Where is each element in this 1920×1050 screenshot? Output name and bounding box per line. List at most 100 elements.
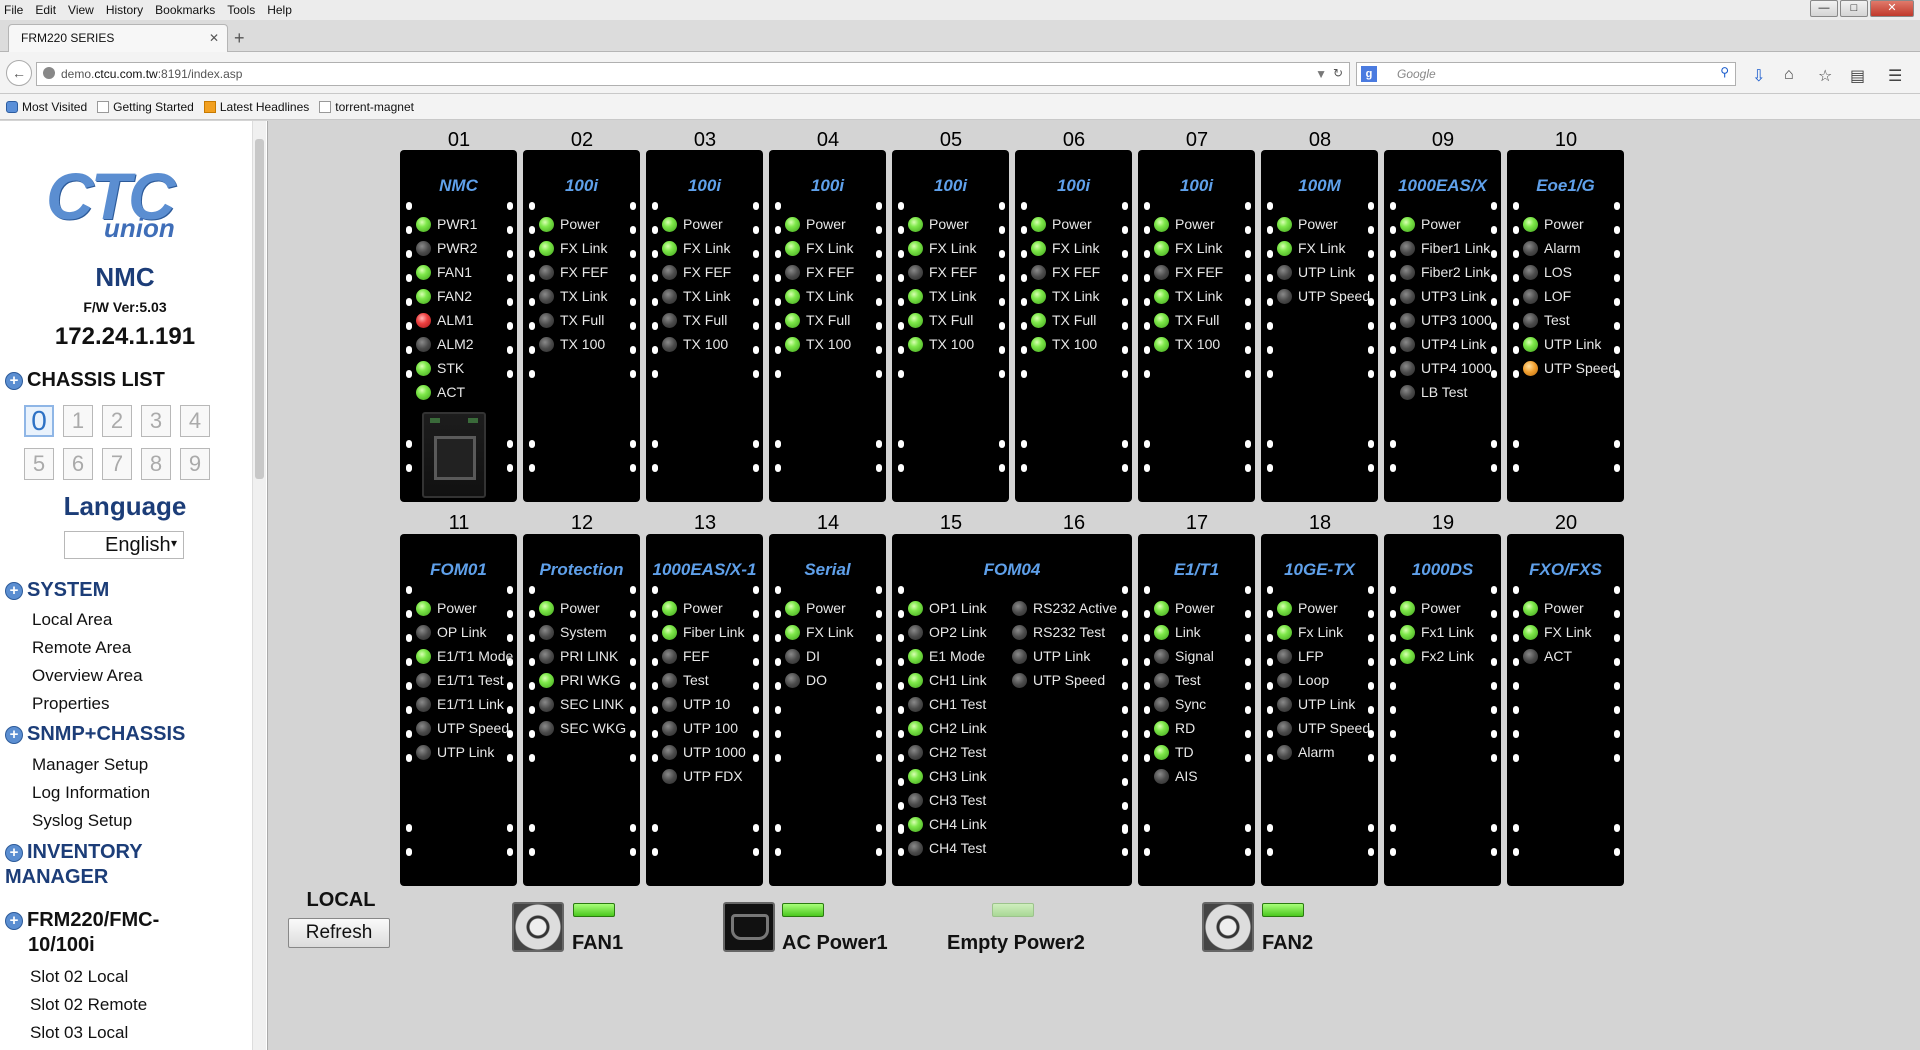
card-pins bbox=[1368, 440, 1374, 488]
pin bbox=[1245, 346, 1251, 354]
bookmark-latest-headlines[interactable]: Latest Headlines bbox=[203, 100, 309, 114]
led-gray-icon bbox=[908, 792, 923, 808]
browser-tab[interactable]: FRM220 SERIES ✕ bbox=[8, 24, 228, 52]
pin bbox=[1144, 848, 1150, 856]
menu-bookmarks[interactable]: Bookmarks bbox=[155, 3, 215, 17]
reading-list-icon[interactable]: ▤ bbox=[1850, 66, 1865, 86]
card-pins bbox=[1245, 824, 1251, 872]
chassis-button[interactable]: 2 bbox=[102, 405, 132, 437]
pin bbox=[1245, 730, 1251, 738]
chassis-button[interactable]: 1 bbox=[63, 405, 93, 437]
slot-card[interactable]: FOM04 OP1 Link OP2 Link E1 Mode CH1 Link CH1 … bbox=[892, 534, 1132, 886]
nav-overview-area[interactable]: Overview Area bbox=[32, 666, 143, 686]
slot-card[interactable]: NMC PWR1 PWR2 FAN1 FAN2 ALM1 ALM2 STK ACT bbox=[400, 150, 517, 502]
inventory-section-header[interactable]: + INVENTORY bbox=[5, 841, 143, 864]
tab-close-icon[interactable]: ✕ bbox=[209, 31, 219, 45]
slot-number: 05 bbox=[939, 129, 963, 151]
pin bbox=[775, 440, 781, 448]
menu-edit[interactable]: Edit bbox=[35, 3, 56, 17]
menu-bar: File Edit View History Bookmarks Tools H… bbox=[0, 0, 1920, 20]
slot-card[interactable]: 100i Power FX Link FX FEF TX Link TX Full TX 1… bbox=[769, 150, 886, 502]
url-bar[interactable]: demo.ctcu.com.tw:8191/index.asp ▼ ↻ bbox=[36, 62, 1350, 86]
nav-slot-02-remote[interactable]: Slot 02 Remote bbox=[30, 995, 147, 1015]
slot-card[interactable]: 10GE-TX Power Fx Link LFP Loop UTP Link UTP Sp… bbox=[1261, 534, 1378, 886]
sidebar-scrollbar[interactable] bbox=[252, 121, 266, 1050]
slot-card[interactable]: E1/T1 Power Link Signal Test Sync RD TD AIS bbox=[1138, 534, 1255, 886]
expand-plus-icon[interactable]: + bbox=[5, 911, 23, 930]
slot-card[interactable]: 100i Power FX Link FX FEF TX Link TX Full TX 1… bbox=[1138, 150, 1255, 502]
nav-slot-03-local[interactable]: Slot 03 Local bbox=[30, 1023, 128, 1043]
search-icon[interactable]: ⚲ bbox=[1720, 65, 1729, 79]
chassis-button[interactable]: 6 bbox=[63, 448, 93, 480]
bookmark-torrent-magnet[interactable]: torrent-magnet bbox=[319, 100, 414, 114]
slot-card[interactable]: 1000EAS/X Power Fiber1 Link Fiber2 Link UTP3… bbox=[1384, 150, 1501, 502]
nav-local-area[interactable]: Local Area bbox=[32, 610, 112, 630]
led-list: Power Fx1 Link Fx2 Link bbox=[1400, 596, 1474, 668]
menu-help[interactable]: Help bbox=[267, 3, 292, 17]
slot-card[interactable]: Serial Power FX Link DI DO bbox=[769, 534, 886, 886]
reload-icon[interactable]: ↻ bbox=[1333, 66, 1343, 80]
slot-card[interactable]: 1000DS Power Fx1 Link Fx2 Link bbox=[1384, 534, 1501, 886]
chassis-button[interactable]: 3 bbox=[141, 405, 171, 437]
close-icon[interactable]: ✕ bbox=[1870, 0, 1914, 17]
menu-history[interactable]: History bbox=[106, 3, 143, 17]
maximize-icon[interactable]: □ bbox=[1840, 0, 1868, 17]
slot-card[interactable]: 100i Power FX Link FX FEF TX Link TX Full TX 1… bbox=[1015, 150, 1132, 502]
chassis-button[interactable]: 5 bbox=[24, 448, 54, 480]
back-arrow-icon[interactable]: ← bbox=[6, 60, 32, 86]
pin bbox=[1513, 586, 1519, 594]
download-icon[interactable]: ⇩ bbox=[1752, 66, 1765, 86]
led-green-icon bbox=[662, 216, 677, 232]
slot-card[interactable]: 1000EAS/X-1 Power Fiber Link FEF Test UTP 10 U… bbox=[646, 534, 763, 886]
nav-slot-02-local[interactable]: Slot 02 Local bbox=[30, 967, 128, 987]
snmp-section-header[interactable]: + SNMP+CHASSIS bbox=[5, 723, 185, 746]
chassis-button[interactable]: 7 bbox=[102, 448, 132, 480]
search-input[interactable]: g Google ⚲ bbox=[1356, 62, 1736, 86]
slot-card[interactable]: 100i Power FX Link FX FEF TX Link TX Full TX 1… bbox=[523, 150, 640, 502]
slot-card[interactable]: FOM01 Power OP Link E1/T1 Mode E1/T1 Test E1/… bbox=[400, 534, 517, 886]
menu-view[interactable]: View bbox=[68, 3, 94, 17]
nav-log-information[interactable]: Log Information bbox=[32, 783, 150, 803]
hamburger-menu-icon[interactable]: ☰ bbox=[1888, 66, 1902, 86]
led-row: PWR2 bbox=[416, 236, 477, 260]
nav-remote-area[interactable]: Remote Area bbox=[32, 638, 131, 658]
language-select[interactable]: English ▾ bbox=[64, 531, 184, 559]
nav-syslog-setup[interactable]: Syslog Setup bbox=[32, 811, 132, 831]
led-list: Power System PRI LINK PRI WKG SEC LINK SEC WK… bbox=[539, 596, 626, 740]
nav-properties[interactable]: Properties bbox=[32, 694, 109, 714]
menu-file[interactable]: File bbox=[4, 3, 23, 17]
bookmark-getting-started[interactable]: Getting Started bbox=[97, 100, 194, 114]
system-section-header[interactable]: + SYSTEM bbox=[5, 579, 109, 602]
expand-plus-icon[interactable]: + bbox=[5, 725, 23, 744]
expand-plus-icon[interactable]: + bbox=[5, 371, 23, 390]
chassis-button[interactable]: 9 bbox=[180, 448, 210, 480]
pin bbox=[406, 634, 412, 642]
fan-icon bbox=[512, 902, 564, 952]
menu-tools[interactable]: Tools bbox=[227, 3, 255, 17]
nav-manager-setup[interactable]: Manager Setup bbox=[32, 755, 148, 775]
led-row: TX Full bbox=[539, 308, 608, 332]
led-gray-icon bbox=[1400, 240, 1415, 256]
expand-plus-icon[interactable]: + bbox=[5, 581, 23, 600]
star-icon[interactable]: ☆ bbox=[1818, 66, 1832, 86]
minimize-icon[interactable]: — bbox=[1810, 0, 1838, 17]
slot-card[interactable]: FXO/FXS Power FX Link ACT bbox=[1507, 534, 1624, 886]
chassis-list-header[interactable]: + CHASSIS LIST bbox=[5, 369, 165, 392]
expand-plus-icon[interactable]: + bbox=[5, 843, 23, 862]
chassis-button[interactable]: 0 bbox=[24, 405, 54, 437]
slot-card[interactable]: Eoe1/G Power Alarm LOS LOF Test UTP Link UTP Sp… bbox=[1507, 150, 1624, 502]
slot-card[interactable]: 100M Power FX Link UTP Link UTP Speed bbox=[1261, 150, 1378, 502]
slot-card[interactable]: Protection Power System PRI LINK PRI WKG SEC … bbox=[523, 534, 640, 886]
refresh-button[interactable]: Refresh bbox=[288, 918, 390, 948]
frm220-section-header[interactable]: + FRM220/FMC- bbox=[5, 909, 159, 932]
chassis-button[interactable]: 8 bbox=[141, 448, 171, 480]
url-dropdown-icon[interactable]: ▼ bbox=[1315, 67, 1327, 81]
slot-card[interactable]: 100i Power FX Link FX FEF TX Link TX Full TX 1… bbox=[892, 150, 1009, 502]
chassis-button[interactable]: 4 bbox=[180, 405, 210, 437]
home-icon[interactable]: ⌂ bbox=[1784, 66, 1794, 84]
bookmark-most-visited[interactable]: Most Visited bbox=[6, 100, 87, 114]
scrollbar-thumb[interactable] bbox=[255, 139, 264, 479]
pin bbox=[630, 824, 636, 832]
new-tab-icon[interactable]: + bbox=[234, 28, 245, 49]
slot-card[interactable]: 100i Power FX Link FX FEF TX Link TX Full TX 1… bbox=[646, 150, 763, 502]
